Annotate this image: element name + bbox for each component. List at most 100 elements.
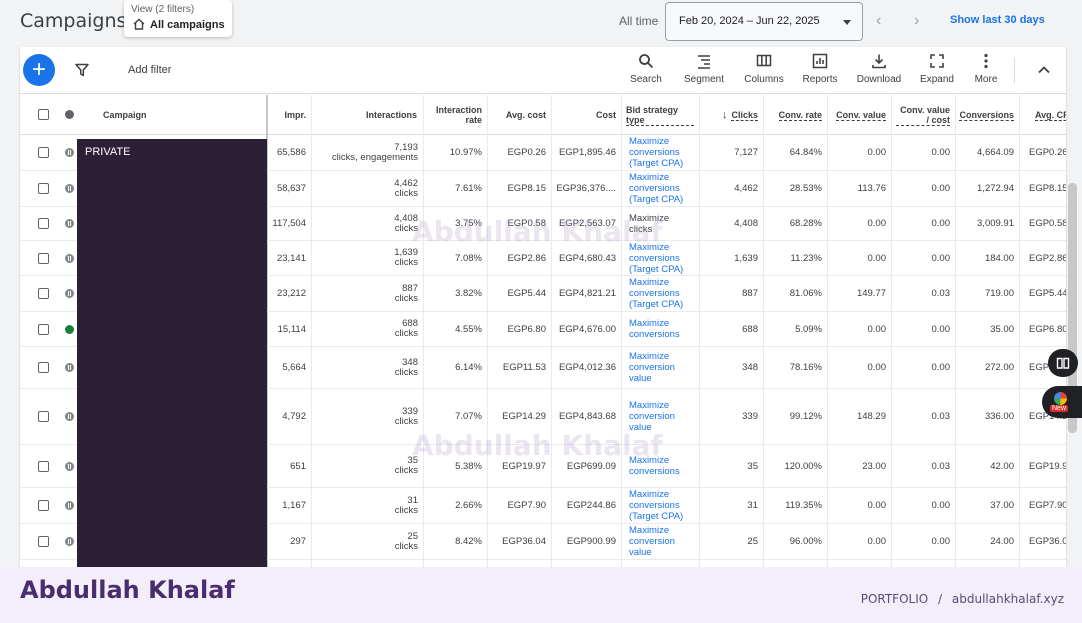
cost-cell: EGP1,895.46 xyxy=(558,147,616,158)
clicks-cell: 348 xyxy=(742,362,758,373)
conv-rate-cell: 5.09% xyxy=(795,323,822,335)
row-checkbox[interactable] xyxy=(38,324,49,335)
extension-button[interactable]: New xyxy=(1042,386,1082,418)
col-conv-value-cost[interactable]: Conv. value / cost xyxy=(891,95,955,135)
all-time-label: All time xyxy=(619,14,659,28)
row-checkbox[interactable] xyxy=(38,288,49,299)
row-checkbox[interactable] xyxy=(38,218,49,229)
bid-strategy-cell[interactable]: Maximize conversions xyxy=(621,312,699,346)
view-selector[interactable]: View (2 filters) All campaigns xyxy=(124,0,232,37)
table-header: Campaign Impr. Interactions Interaction … xyxy=(20,95,1066,135)
chevron-left-icon[interactable]: ‹ xyxy=(876,13,890,29)
reports-tool[interactable]: Reports xyxy=(799,53,841,89)
conversions-cell: 272.00 xyxy=(984,362,1014,373)
conv-rate-cell: 78.16% xyxy=(789,362,822,373)
interaction-rate-cell: 4.55% xyxy=(455,323,482,335)
row-checkbox[interactable] xyxy=(38,461,49,472)
bid-strategy-cell[interactable]: Maximize conversion value xyxy=(621,347,699,388)
filter-icon[interactable] xyxy=(75,63,89,77)
bid-strategy-cell[interactable]: Maximize conversions (Target CPA) xyxy=(621,276,699,311)
row-checkbox[interactable] xyxy=(38,362,49,373)
status-paused-icon[interactable] xyxy=(65,462,74,471)
conv-rate-cell: 120.00% xyxy=(784,460,822,472)
status-paused-icon[interactable] xyxy=(65,363,74,372)
col-interaction-rate[interactable]: Interaction rate xyxy=(423,95,487,135)
expand-tool[interactable]: Expand xyxy=(917,53,957,89)
clicks-cell: 31 xyxy=(747,500,758,511)
col-conv-rate[interactable]: Conv. rate xyxy=(763,95,827,135)
footer-name: Abdullah Khalaf xyxy=(20,576,235,604)
bid-strategy-cell[interactable]: Maximize conversions (Target CPA) xyxy=(621,488,699,523)
status-paused-icon[interactable] xyxy=(65,254,74,263)
new-badge: New xyxy=(1050,405,1069,412)
reading-mode-button[interactable] xyxy=(1048,349,1078,377)
expand-tool-label: Expand xyxy=(920,74,954,85)
bid-strategy-cell[interactable]: Maximize conversion value xyxy=(621,524,699,559)
add-filter-button[interactable]: Add filter xyxy=(128,64,171,76)
col-cost[interactable]: Cost xyxy=(551,95,621,135)
add-campaign-button[interactable]: + xyxy=(23,54,55,86)
row-checkbox[interactable] xyxy=(38,536,49,547)
conv-value-cost-cell: 0.00 xyxy=(931,536,951,547)
search-tool[interactable]: Search xyxy=(626,53,666,89)
interactions-cell: 887 clicks xyxy=(394,282,418,304)
avg-cpc-cell: EGP8.15 xyxy=(1029,183,1066,194)
conv-value-cost-cell: 0.03 xyxy=(931,288,951,299)
conv-rate-cell: 119.35% xyxy=(785,500,822,511)
row-checkbox[interactable] xyxy=(38,147,49,158)
col-avg-cost[interactable]: Avg. cost xyxy=(487,95,551,135)
download-tool[interactable]: Download xyxy=(855,53,903,89)
status-paused-icon[interactable] xyxy=(65,219,74,228)
columns-tool[interactable]: Columns xyxy=(741,53,787,89)
status-enabled-icon[interactable] xyxy=(65,325,74,334)
status-paused-icon[interactable] xyxy=(65,289,74,298)
conv-value-cost-cell: 0.03 xyxy=(931,411,951,422)
avg-cpc-cell: EGP19.97 xyxy=(1029,460,1066,472)
bid-strategy-cell[interactable]: Maximize conversions (Target CPA) xyxy=(621,135,699,170)
more-tool[interactable]: More xyxy=(970,53,1002,89)
col-clicks[interactable]: ↓ Clicks xyxy=(699,95,763,135)
avg-cpc-cell: EGP7.90 xyxy=(1029,500,1066,511)
status-paused-icon[interactable] xyxy=(65,537,74,546)
status-paused-icon[interactable] xyxy=(65,148,74,157)
clicks-cell: 1,639 xyxy=(734,252,758,264)
interactions-cell: 35 clicks xyxy=(394,455,418,476)
show-last-30-days-link[interactable]: Show last 30 days xyxy=(950,14,1045,26)
col-interactions[interactable]: Interactions xyxy=(311,95,422,135)
chevron-up-icon[interactable] xyxy=(1035,61,1053,79)
status-paused-icon[interactable] xyxy=(65,412,74,421)
search-tool-label: Search xyxy=(630,74,662,85)
conv-rate-cell: 99.12% xyxy=(789,411,822,422)
clicks-cell: 7,127 xyxy=(734,147,758,158)
page-title: Campaigns xyxy=(20,10,127,32)
book-icon xyxy=(1056,357,1070,369)
conversions-cell: 336.00 xyxy=(984,411,1014,422)
reports-icon xyxy=(812,53,828,69)
clicks-cell: 25 xyxy=(747,536,758,547)
row-checkbox[interactable] xyxy=(38,500,49,511)
select-all-checkbox[interactable] xyxy=(38,109,49,120)
caret-down-icon xyxy=(843,20,851,25)
row-checkbox[interactable] xyxy=(38,411,49,422)
row-checkbox[interactable] xyxy=(38,183,49,194)
col-avg-cpc[interactable]: Avg. CPC xyxy=(1030,95,1066,135)
interaction-rate-cell: 6.14% xyxy=(455,362,482,373)
status-paused-icon[interactable] xyxy=(65,501,74,510)
col-bid-strategy[interactable]: Bid strategy type xyxy=(621,95,699,135)
col-impr[interactable]: Impr. xyxy=(266,95,311,135)
conv-value-cost-cell: 0.00 xyxy=(931,500,951,511)
col-conversions[interactable]: Conversions xyxy=(955,95,1019,135)
segment-tool[interactable]: Segment xyxy=(681,53,727,89)
col-conv-value[interactable]: Conv. value xyxy=(827,95,891,135)
col-campaign[interactable]: Campaign xyxy=(98,95,258,135)
status-header-icon xyxy=(65,110,74,119)
bid-strategy-cell[interactable]: Maximize conversions (Target CPA) xyxy=(621,171,699,206)
interaction-rate-cell: 3.82% xyxy=(455,288,482,299)
chevron-right-icon[interactable]: › xyxy=(914,13,928,29)
row-checkbox[interactable] xyxy=(38,253,49,264)
date-range-picker[interactable]: Feb 20, 2024 – Jun 22, 2025 xyxy=(665,2,863,41)
portfolio-site-link[interactable]: abdullahkhalaf.xyz xyxy=(952,592,1064,606)
interactions-cell: 4,408 clicks xyxy=(394,212,418,234)
status-paused-icon[interactable] xyxy=(65,184,74,193)
impr-cell: 651 xyxy=(290,460,306,472)
